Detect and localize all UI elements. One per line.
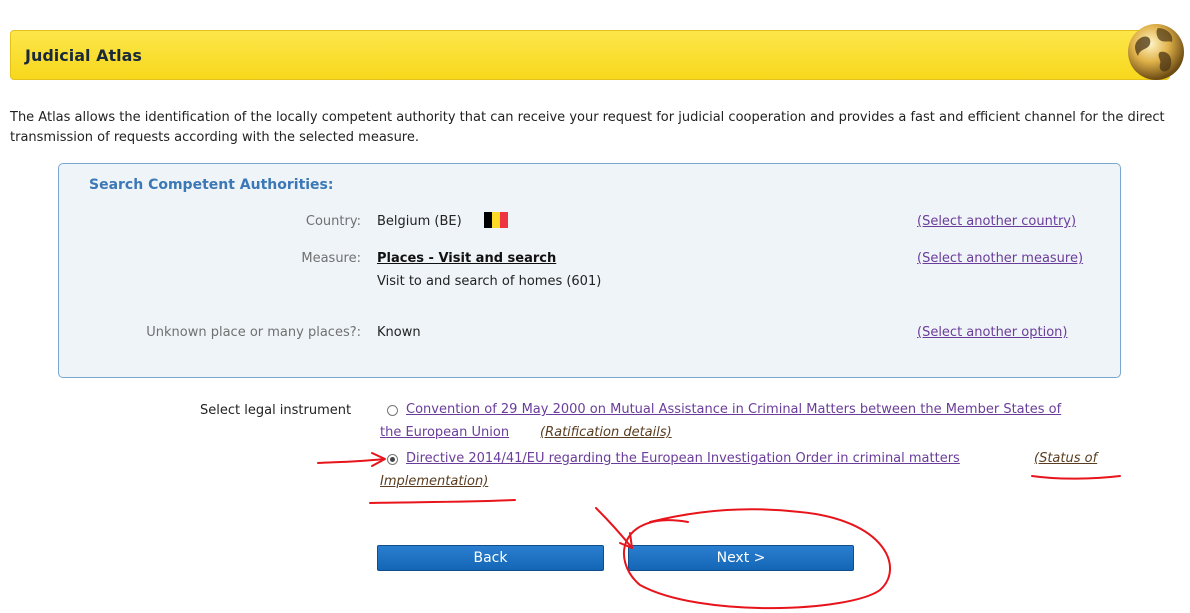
flag-stripe-red bbox=[500, 212, 508, 228]
select-another-option-link[interactable]: (Select another option) bbox=[917, 325, 1067, 340]
page-title: Judicial Atlas bbox=[25, 46, 142, 65]
page-header: Judicial Atlas bbox=[10, 30, 1170, 80]
convention-radio[interactable] bbox=[387, 405, 398, 416]
next-button[interactable]: Next > bbox=[628, 545, 854, 571]
country-label: Country: bbox=[305, 214, 361, 229]
annotation-arrowhead-radio bbox=[371, 452, 386, 467]
globe-icon bbox=[1128, 24, 1184, 80]
legal-instrument-label: Select legal instrument bbox=[200, 403, 352, 418]
annotation-arrow-to-radio bbox=[317, 458, 385, 464]
convention-link-line2[interactable]: the European Union bbox=[380, 421, 509, 445]
ratification-details-link[interactable]: (Ratification details) bbox=[540, 421, 672, 445]
annotation-arrow-to-next bbox=[595, 507, 633, 549]
directive-radio[interactable] bbox=[387, 454, 398, 465]
place-label: Unknown place or many places?: bbox=[146, 325, 361, 340]
place-value: Known bbox=[377, 325, 421, 340]
flag-stripe-black bbox=[484, 212, 492, 228]
convention-link[interactable]: Convention of 29 May 2000 on Mutual Assi… bbox=[406, 398, 1061, 422]
search-panel: Search Competent Authorities: Country: B… bbox=[58, 163, 1121, 378]
belgium-flag-icon bbox=[484, 212, 508, 228]
back-button[interactable]: Back bbox=[377, 545, 604, 571]
measure-subtitle: Visit to and search of homes (601) bbox=[377, 274, 602, 289]
country-value: Belgium (BE) bbox=[377, 214, 462, 229]
flag-stripe-yellow bbox=[492, 212, 500, 228]
annotation-underline-implementation bbox=[369, 499, 516, 504]
select-another-country-link[interactable]: (Select another country) bbox=[917, 214, 1076, 229]
status-of-implementation-link-line2[interactable]: Implementation) bbox=[380, 470, 488, 494]
measure-value[interactable]: Places - Visit and search bbox=[377, 251, 556, 266]
directive-link[interactable]: Directive 2014/41/EU regarding the Europ… bbox=[406, 447, 960, 471]
intro-text: The Atlas allows the identification of t… bbox=[10, 110, 1165, 145]
search-title: Search Competent Authorities: bbox=[89, 177, 334, 193]
select-another-measure-link[interactable]: (Select another measure) bbox=[917, 251, 1083, 266]
annotation-underline-status bbox=[1031, 475, 1121, 480]
status-of-implementation-link[interactable]: (Status of bbox=[1034, 447, 1097, 471]
measure-label: Measure: bbox=[301, 251, 361, 266]
